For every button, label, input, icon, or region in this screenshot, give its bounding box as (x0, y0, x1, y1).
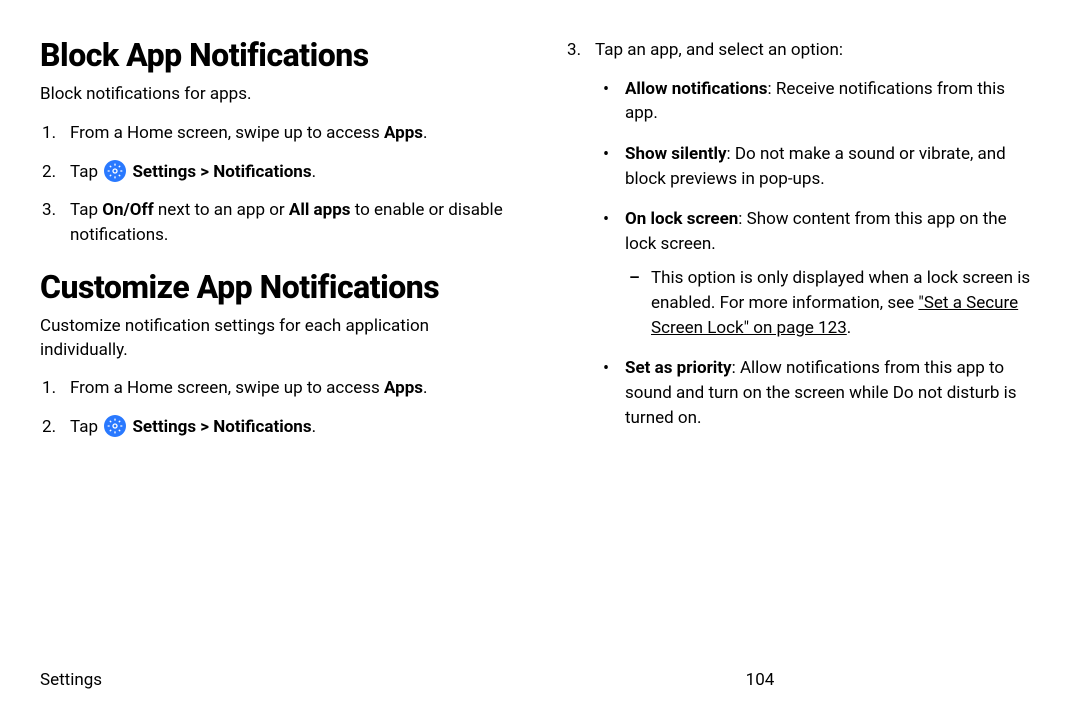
step-text: . (423, 378, 427, 398)
option-title: Show silently (625, 144, 727, 164)
options-list: Allow notifications: Receive notificatio… (595, 77, 1040, 431)
step-text: Tap an app, and select an option: (595, 40, 843, 60)
steps-list-continued: Tap an app, and select an option: Allow … (565, 38, 1040, 430)
intro-text: Customize notification settings for each… (40, 315, 515, 363)
step-item: Tap Settings > Notifications. (40, 415, 515, 440)
right-column: Tap an app, and select an option: Allow … (565, 38, 1040, 454)
step-text: . (312, 417, 316, 437)
step-bold: Settings > Notifications (132, 417, 311, 437)
option-title: Allow notifications (625, 79, 768, 99)
step-item: Tap Settings > Notifications. (40, 160, 515, 185)
step-bold: All apps (289, 200, 351, 220)
sub-option-text: . (847, 318, 851, 338)
step-text: From a Home screen, swipe up to access (70, 378, 384, 398)
step-text: next to an app or (154, 200, 289, 220)
settings-icon (104, 415, 126, 437)
step-text: From a Home screen, swipe up to access (70, 123, 384, 143)
option-item: Set as priority: Allow notifications fro… (595, 356, 1040, 430)
option-item: On lock screen: Show content from this a… (595, 207, 1040, 340)
option-item: Allow notifications: Receive notificatio… (595, 77, 1040, 126)
heading-customize-app-notifications: Customize App Notifications (40, 270, 515, 305)
steps-list: From a Home screen, swipe up to access A… (40, 376, 515, 439)
settings-icon (104, 160, 126, 182)
left-column: Block App Notifications Block notificati… (40, 38, 515, 454)
page-footer: Settings 104 (40, 670, 1040, 690)
step-item: From a Home screen, swipe up to access A… (40, 121, 515, 146)
step-bold: Apps (384, 123, 423, 143)
option-title: Set as priority (625, 358, 732, 378)
step-text: Tap (70, 162, 102, 182)
step-bold: Apps (384, 378, 423, 398)
option-item: Show silently: Do not make a sound or vi… (595, 142, 1040, 191)
footer-section-label: Settings (40, 670, 480, 690)
steps-list: From a Home screen, swipe up to access A… (40, 121, 515, 248)
step-item: Tap On/Off next to an app or All apps to… (40, 198, 515, 247)
block-app-notifications-section: Block App Notifications Block notificati… (40, 38, 515, 248)
sub-options-list: This option is only displayed when a loc… (625, 266, 1040, 340)
step-bold: Settings > Notifications (132, 162, 311, 182)
step-text: Tap (70, 417, 102, 437)
intro-text: Block notifications for apps. (40, 83, 515, 107)
step-text: Tap (70, 200, 102, 220)
step-item: From a Home screen, swipe up to access A… (40, 376, 515, 401)
step-text: . (312, 162, 316, 182)
footer-page-number: 104 (480, 670, 1040, 690)
step-text: . (423, 123, 427, 143)
step-item: Tap an app, and select an option: Allow … (565, 38, 1040, 430)
heading-block-app-notifications: Block App Notifications (40, 38, 515, 73)
option-title: On lock screen (625, 209, 738, 229)
sub-option-item: This option is only displayed when a loc… (625, 266, 1040, 340)
step-bold: On/Off (102, 200, 153, 220)
customize-app-notifications-section: Customize App Notifications Customize no… (40, 270, 515, 440)
